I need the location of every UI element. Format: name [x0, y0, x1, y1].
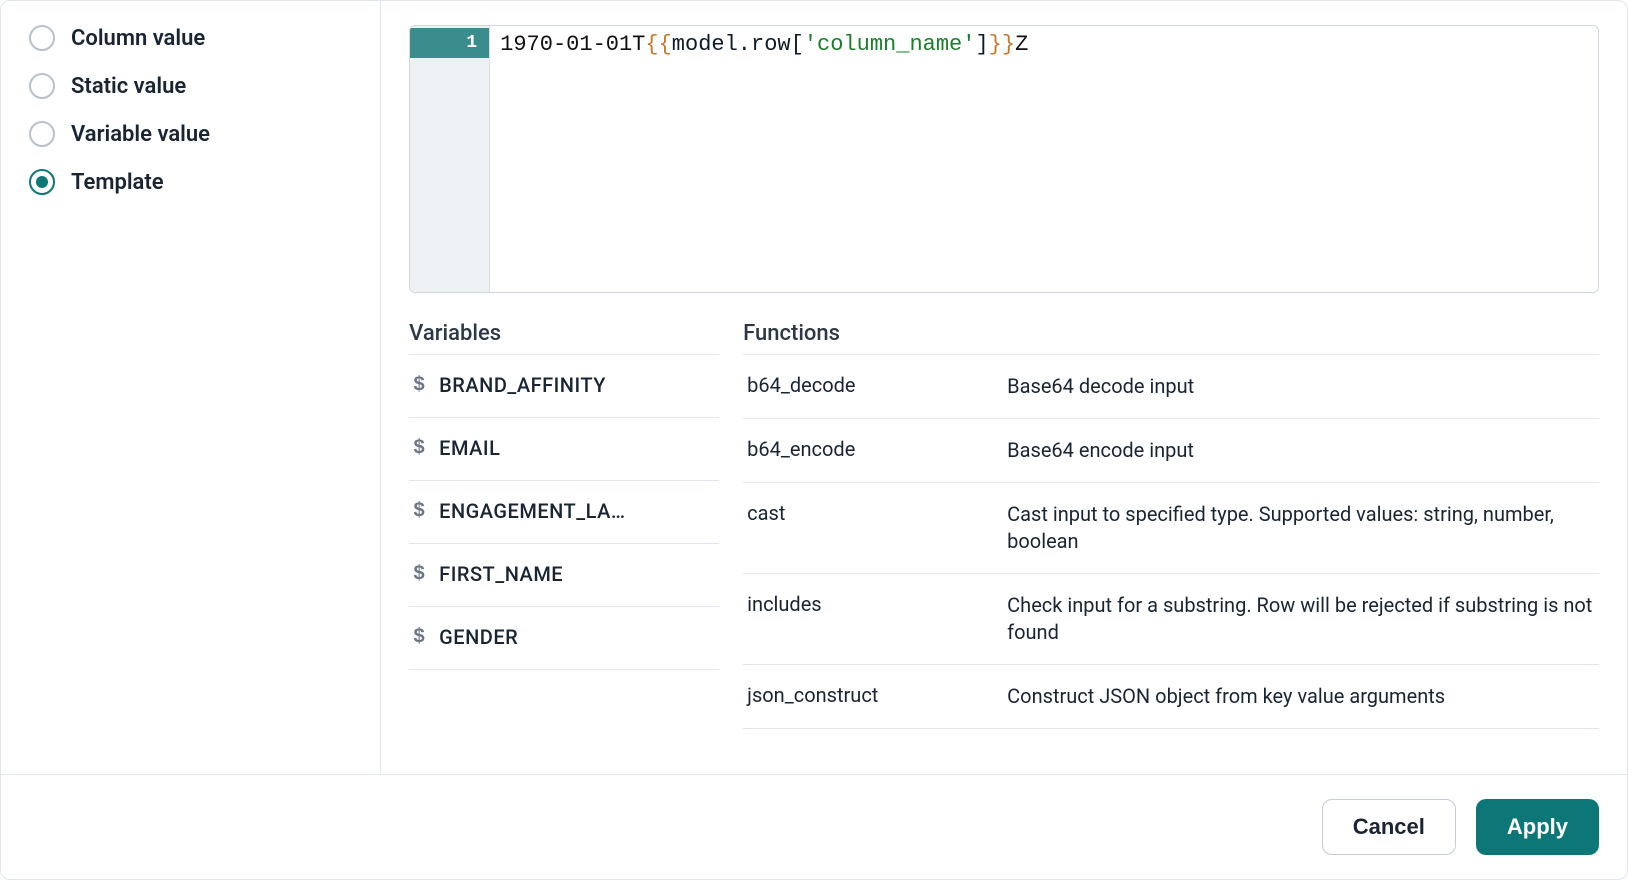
radio-circle-icon — [29, 169, 55, 195]
variable-name: ENGAGEMENT_LA… — [439, 499, 625, 523]
variable-name: BRAND_AFFINITY — [439, 373, 606, 397]
dollar-icon: $ — [413, 436, 425, 462]
code-token-obj: model.row[ — [672, 32, 804, 57]
dollar-icon: $ — [413, 625, 425, 651]
dollar-icon: $ — [413, 499, 425, 525]
function-item[interactable]: b64_decode Base64 decode input — [743, 355, 1599, 419]
function-name: cast — [747, 501, 1007, 525]
radio-circle-icon — [29, 73, 55, 99]
code-token-obj: ] — [975, 32, 988, 57]
radio-circle-icon — [29, 25, 55, 51]
variables-list: $ BRAND_AFFINITY $ EMAIL $ ENGAGEMENT_LA… — [409, 354, 719, 670]
function-description: Cast input to specified type. Supported … — [1007, 501, 1595, 555]
editor-gutter: 1 — [410, 26, 490, 292]
radio-column-value[interactable]: Column value — [29, 25, 356, 51]
variables-heading: Variables — [409, 321, 719, 354]
code-token-string: 'column_name' — [804, 32, 976, 57]
radio-label: Static value — [71, 74, 186, 99]
function-item[interactable]: includes Check input for a substring. Ro… — [743, 574, 1599, 665]
function-item[interactable]: b64_encode Base64 encode input — [743, 419, 1599, 483]
radio-label: Template — [71, 170, 164, 195]
code-token-delim: { — [645, 32, 658, 57]
radio-label: Variable value — [71, 122, 210, 147]
functions-column: Functions b64_decode Base64 decode input… — [743, 321, 1599, 774]
variable-name: FIRST_NAME — [439, 562, 563, 586]
function-name: json_construct — [747, 683, 1007, 707]
apply-button[interactable]: Apply — [1476, 799, 1599, 855]
function-description: Check input for a substring. Row will be… — [1007, 592, 1595, 646]
function-name: includes — [747, 592, 1007, 616]
function-description: Base64 encode input — [1007, 437, 1595, 464]
functions-list: b64_decode Base64 decode input b64_encod… — [743, 354, 1599, 729]
variable-item[interactable]: $ FIRST_NAME — [409, 544, 719, 607]
variable-item[interactable]: $ ENGAGEMENT_LA… — [409, 481, 719, 544]
code-token-delim: } — [1002, 32, 1015, 57]
variables-column: Variables $ BRAND_AFFINITY $ EMAIL $ ENG — [409, 321, 719, 774]
radio-label: Column value — [71, 26, 205, 51]
variable-item[interactable]: $ BRAND_AFFINITY — [409, 355, 719, 418]
content-area: 1 1970-01-01T{{model.row['column_name']}… — [381, 1, 1627, 774]
variable-item[interactable]: $ EMAIL — [409, 418, 719, 481]
function-name: b64_decode — [747, 373, 1007, 397]
editor-textarea[interactable]: 1970-01-01T{{model.row['column_name']}}Z — [490, 26, 1598, 292]
radio-variable-value[interactable]: Variable value — [29, 121, 356, 147]
function-description: Base64 decode input — [1007, 373, 1595, 400]
value-type-radio-group: Column value Static value Variable value… — [29, 25, 356, 195]
value-type-sidebar: Column value Static value Variable value… — [1, 1, 381, 774]
cancel-button[interactable]: Cancel — [1322, 799, 1456, 855]
variable-name: GENDER — [439, 625, 518, 649]
variable-name: EMAIL — [439, 436, 500, 460]
code-token-delim: { — [659, 32, 672, 57]
function-item[interactable]: json_construct Construct JSON object fro… — [743, 665, 1599, 729]
radio-static-value[interactable]: Static value — [29, 73, 356, 99]
radio-template[interactable]: Template — [29, 169, 356, 195]
function-description: Construct JSON object from key value arg… — [1007, 683, 1595, 710]
functions-heading: Functions — [743, 321, 1599, 354]
dollar-icon: $ — [413, 373, 425, 399]
function-item[interactable]: cast Cast input to specified type. Suppo… — [743, 483, 1599, 574]
code-token-plain: 1970-01-01T — [500, 32, 645, 57]
line-number: 1 — [410, 28, 489, 58]
dialog-footer: Cancel Apply — [1, 774, 1627, 879]
main-row: Column value Static value Variable value… — [1, 1, 1627, 774]
template-editor-panel: Column value Static value Variable value… — [0, 0, 1628, 880]
code-token-delim: } — [989, 32, 1002, 57]
variable-item[interactable]: $ GENDER — [409, 607, 719, 670]
code-token-plain: Z — [1015, 32, 1028, 57]
template-code-editor[interactable]: 1 1970-01-01T{{model.row['column_name']}… — [409, 25, 1599, 293]
function-name: b64_encode — [747, 437, 1007, 461]
dollar-icon: $ — [413, 562, 425, 588]
radio-circle-icon — [29, 121, 55, 147]
reference-lists: Variables $ BRAND_AFFINITY $ EMAIL $ ENG — [409, 321, 1599, 774]
